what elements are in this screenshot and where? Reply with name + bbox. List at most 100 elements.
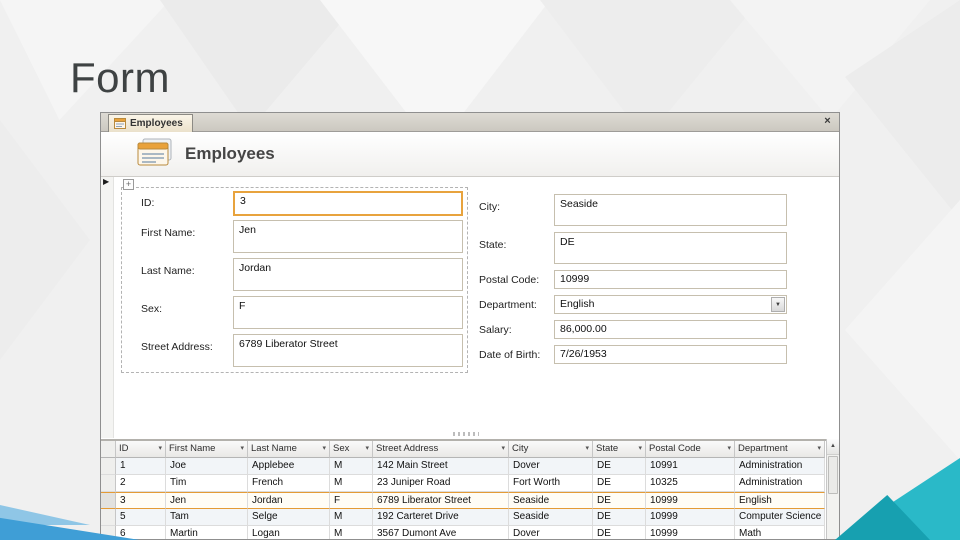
column-header[interactable]: ID ▾ — [116, 441, 166, 458]
table-row: 2 Tim French M 23 Juniper Road Fort Wort… — [101, 475, 839, 492]
table-cell[interactable]: 3 — [116, 492, 166, 509]
table-cell[interactable]: Seaside — [509, 492, 593, 509]
department-dropdown-button[interactable]: ▼ — [771, 297, 785, 312]
record-selector[interactable] — [101, 526, 116, 539]
table-cell[interactable]: M — [330, 509, 373, 526]
bg-triangle — [0, 120, 90, 360]
table-cell[interactable]: DE — [593, 475, 646, 492]
table-cell[interactable]: Jen — [166, 492, 248, 509]
table-cell[interactable]: 142 Main Street — [373, 458, 509, 475]
filter-arrow-icon[interactable]: ▾ — [322, 441, 326, 457]
bg-triangle — [845, 0, 960, 220]
table-cell[interactable]: 2 — [116, 475, 166, 492]
field-label: First Name: — [141, 227, 196, 239]
table-cell[interactable]: Seaside — [509, 509, 593, 526]
date-of-birth-field[interactable]: 7/26/1953 — [554, 345, 787, 364]
salary-field[interactable]: 86,000.00 — [554, 320, 787, 339]
table-cell[interactable]: Dover — [509, 526, 593, 539]
table-cell[interactable]: Logan — [248, 526, 330, 539]
table-cell[interactable]: Martin — [166, 526, 248, 539]
table-cell[interactable]: Computer Science — [735, 509, 825, 526]
table-cell[interactable]: 6789 Liberator Street — [373, 492, 509, 509]
table-cell[interactable]: Fort Worth — [509, 475, 593, 492]
table-cell[interactable]: 10991 — [646, 458, 735, 475]
table-cell[interactable]: DE — [593, 526, 646, 539]
filter-arrow-icon[interactable]: ▾ — [727, 441, 731, 457]
filter-arrow-icon[interactable]: ▾ — [817, 441, 821, 457]
table-cell[interactable]: 10999 — [646, 509, 735, 526]
bg-triangle — [845, 200, 960, 460]
postal-code-field[interactable]: 10999 — [554, 270, 787, 289]
table-cell[interactable]: F — [330, 492, 373, 509]
table-cell[interactable]: 1 — [116, 458, 166, 475]
table-cell[interactable]: 10999 — [646, 526, 735, 539]
vertical-scrollbar[interactable]: ▲ — [826, 439, 839, 539]
field-label: Postal Code: — [479, 274, 540, 286]
table-cell[interactable]: M — [330, 458, 373, 475]
filter-arrow-icon[interactable]: ▾ — [501, 441, 505, 457]
slide: { "slide": { "title": "Form" }, "icons":… — [0, 0, 960, 540]
column-header[interactable]: Postal Code ▾ — [646, 441, 735, 458]
table-cell[interactable]: DE — [593, 458, 646, 475]
department-combo[interactable]: English ▼ — [554, 295, 787, 314]
table-cell[interactable]: Administration — [735, 458, 825, 475]
table-cell[interactable]: Tim — [166, 475, 248, 492]
table-cell[interactable]: French — [248, 475, 330, 492]
column-header[interactable]: Last Name ▾ — [248, 441, 330, 458]
table-cell[interactable]: Jordan — [248, 492, 330, 509]
access-window: Employees × Employees ▶ + ID: 3 First Na… — [100, 112, 840, 540]
table-cell[interactable]: 23 Juniper Road — [373, 475, 509, 492]
column-header[interactable]: Department ▾ — [735, 441, 825, 458]
table-cell[interactable]: Selge — [248, 509, 330, 526]
form-splitter-grip[interactable] — [453, 432, 479, 436]
field-label: State: — [479, 239, 507, 251]
select-all-corner[interactable] — [101, 441, 116, 458]
table-cell[interactable]: DE — [593, 492, 646, 509]
column-header[interactable]: Street Address ▾ — [373, 441, 509, 458]
state-field[interactable]: DE — [554, 232, 787, 264]
table-cell[interactable]: Dover — [509, 458, 593, 475]
table-cell[interactable]: Applebee — [248, 458, 330, 475]
filter-arrow-icon[interactable]: ▾ — [158, 441, 162, 457]
filter-arrow-icon[interactable]: ▾ — [585, 441, 589, 457]
table-cell[interactable]: 6 — [116, 526, 166, 539]
column-header[interactable]: Sex ▾ — [330, 441, 373, 458]
sex-field[interactable]: F — [233, 296, 463, 329]
record-selector[interactable] — [101, 509, 116, 526]
close-icon[interactable]: × — [820, 115, 835, 129]
table-cell[interactable]: Tam — [166, 509, 248, 526]
table-cell[interactable]: DE — [593, 509, 646, 526]
first-name-field[interactable]: Jen — [233, 220, 463, 253]
scroll-up-button[interactable]: ▲ — [827, 439, 839, 455]
column-header[interactable]: State ▾ — [593, 441, 646, 458]
table-cell[interactable]: Joe — [166, 458, 248, 475]
field-label: Sex: — [141, 303, 163, 315]
tab-employees[interactable]: Employees — [108, 114, 193, 132]
record-selector[interactable] — [101, 475, 116, 492]
column-header[interactable]: First Name ▾ — [166, 441, 248, 458]
table-cell[interactable]: 192 Carteret Drive — [373, 509, 509, 526]
filter-arrow-icon[interactable]: ▾ — [365, 441, 369, 457]
column-header[interactable]: City ▾ — [509, 441, 593, 458]
layout-move-handle[interactable]: + — [123, 179, 134, 190]
city-field[interactable]: Seaside — [554, 194, 787, 226]
table-cell[interactable]: M — [330, 526, 373, 539]
table-cell[interactable]: English — [735, 492, 825, 509]
table-cell[interactable]: M — [330, 475, 373, 492]
id-field[interactable]: 3 — [233, 191, 463, 216]
table-cell[interactable]: 3567 Dumont Ave — [373, 526, 509, 539]
filter-arrow-icon[interactable]: ▾ — [240, 441, 244, 457]
table-row: 5 Tam Selge M 192 Carteret Drive Seaside… — [101, 509, 839, 526]
table-cell[interactable]: 10999 — [646, 492, 735, 509]
scroll-thumb[interactable] — [828, 456, 838, 494]
record-selector[interactable] — [101, 458, 116, 475]
table-cell[interactable]: 10325 — [646, 475, 735, 492]
record-selector[interactable] — [101, 492, 116, 509]
datasheet: ID ▾ First Name ▾ Last Name ▾ Sex ▾ Street A… — [101, 439, 839, 539]
last-name-field[interactable]: Jordan — [233, 258, 463, 291]
filter-arrow-icon[interactable]: ▾ — [638, 441, 642, 457]
table-cell[interactable]: Administration — [735, 475, 825, 492]
street-address-field[interactable]: 6789 Liberator Street — [233, 334, 463, 367]
table-cell[interactable]: 5 — [116, 509, 166, 526]
table-cell[interactable]: Math — [735, 526, 825, 539]
